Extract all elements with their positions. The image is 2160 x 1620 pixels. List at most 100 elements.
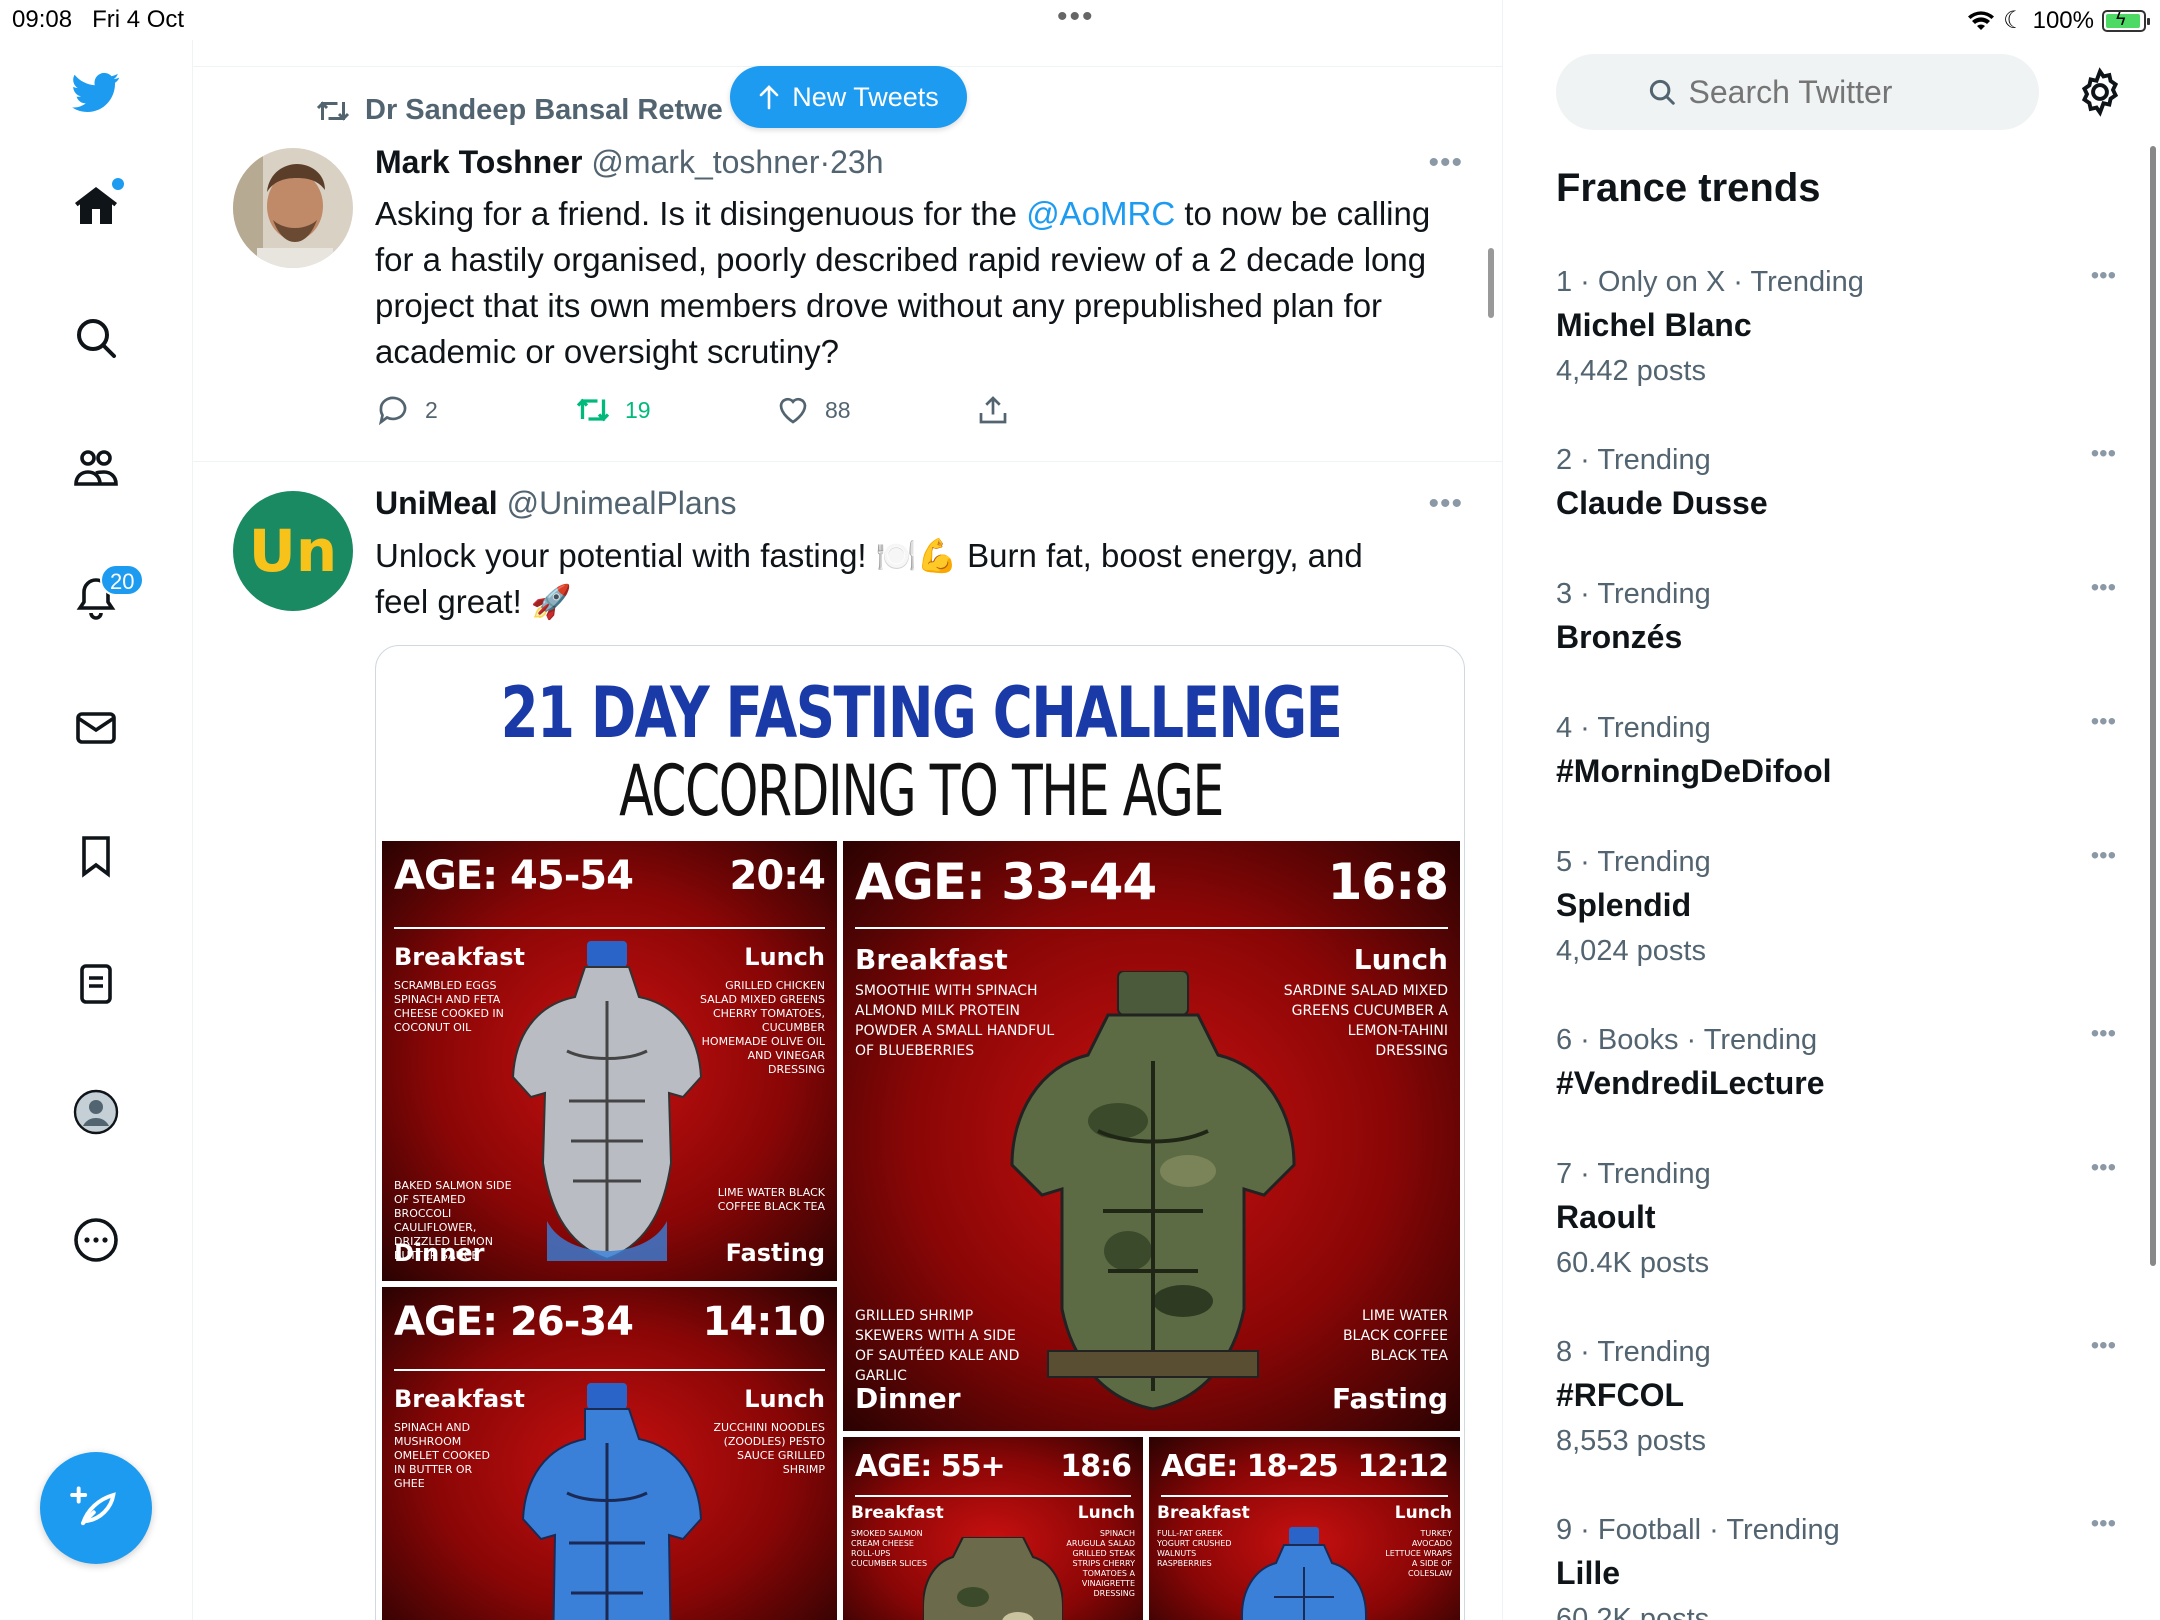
trend-meta: 4 · Trending bbox=[1556, 712, 1711, 744]
tweet[interactable]: Un UniMeal @UnimealPlans ••• Unlock your… bbox=[193, 463, 1502, 1620]
panel-age: AGE: 55+ bbox=[855, 1449, 1006, 1484]
more-options-icon[interactable] bbox=[68, 1212, 124, 1268]
trend-name: Lille bbox=[1556, 1555, 1621, 1591]
trend-meta: 8 · Trending bbox=[1556, 1336, 1711, 1368]
tweet-text-part: Asking for a friend. Is it disingenuous … bbox=[375, 195, 1027, 232]
status-time: 09:08 Fri 4 Oct bbox=[12, 6, 184, 34]
fasting-panel: AGE: 55+ 18:6 Breakfast Lunch Smoked sal… bbox=[843, 1437, 1143, 1620]
search-icon[interactable] bbox=[68, 310, 124, 366]
author-name[interactable]: UniMeal bbox=[375, 485, 498, 521]
tweet-media-image[interactable]: 21 DAY FASTING CHALLENGE ACCORDING TO TH… bbox=[375, 645, 1465, 1620]
trend-item[interactable]: 1 · Only on X · Trending Michel Blanc 4,44… bbox=[1556, 262, 2116, 394]
tweet-text-line: feel great! 🚀 bbox=[375, 583, 573, 620]
trend-more-icon[interactable]: ••• bbox=[2091, 1154, 2116, 1182]
panel-lunch-items: Spinach arugula salad grilled steak stri… bbox=[1066, 1529, 1135, 1598]
panel-fasting-label: Fasting bbox=[725, 1239, 825, 1267]
notifications-icon[interactable]: 20 bbox=[68, 564, 145, 626]
trend-meta: 5 · Trending bbox=[1556, 846, 1711, 878]
messages-icon[interactable] bbox=[68, 700, 124, 756]
tweet-more-icon[interactable]: ••• bbox=[1428, 146, 1463, 180]
mention-link[interactable]: @AoMRC bbox=[1026, 195, 1175, 232]
panel-lunch-label: Lunch bbox=[744, 943, 825, 971]
panel-fasting-items: Lime water black coffee black tea bbox=[717, 1186, 825, 1213]
retweet-button[interactable]: 19 bbox=[575, 392, 651, 428]
sidebar-scrollbar[interactable] bbox=[2150, 146, 2156, 1266]
share-button[interactable] bbox=[975, 392, 1011, 428]
reply-icon bbox=[378, 396, 407, 426]
like-button[interactable]: 88 bbox=[775, 392, 851, 428]
panel-age: AGE: 33-44 bbox=[855, 853, 1157, 911]
avatar[interactable] bbox=[233, 148, 353, 268]
trend-item[interactable]: 5 · Trending Splendid 4,024 posts ••• bbox=[1556, 842, 2116, 974]
retweeted-by-label[interactable]: Dr Sandeep Bansal Retwe bbox=[365, 94, 723, 127]
avatar-logo-text: Un bbox=[248, 517, 338, 585]
trend-more-icon[interactable]: ••• bbox=[2091, 1020, 2116, 1048]
profile-avatar-icon[interactable] bbox=[68, 1084, 124, 1140]
author-name[interactable]: Mark Toshner bbox=[375, 144, 582, 180]
tweet-text-line: Unlock your potential with fasting! 🍽️💪 … bbox=[375, 537, 1363, 574]
trend-name: Bronzés bbox=[1556, 619, 1683, 655]
lists-icon[interactable] bbox=[68, 956, 124, 1012]
tweet-more-icon[interactable]: ••• bbox=[1428, 487, 1463, 521]
author-handle[interactable]: @mark_toshner bbox=[591, 144, 819, 180]
twitter-logo-icon[interactable] bbox=[68, 64, 124, 120]
trend-item[interactable]: 9 · Football · Trending Lille 60.2K posts •… bbox=[1556, 1510, 2116, 1620]
trend-item[interactable]: 4 · Trending #MorningDeDifool ••• bbox=[1556, 708, 2116, 794]
trend-name: Michel Blanc bbox=[1556, 307, 1752, 343]
panel-age: AGE: 26-34 bbox=[394, 1299, 634, 1345]
panel-breakfast-label: Breakfast bbox=[855, 943, 1008, 976]
settings-icon[interactable] bbox=[2074, 66, 2126, 118]
trend-item[interactable]: 2 · Trending Claude Dusse ••• bbox=[1556, 440, 2116, 526]
panel-ratio: 20:4 bbox=[729, 853, 826, 899]
trend-meta: 6 · Books · Trending bbox=[1556, 1024, 1818, 1056]
tweet-header: Mark Toshner @mark_toshner·23h bbox=[375, 144, 884, 181]
panel-ratio: 16:8 bbox=[1327, 853, 1449, 911]
trend-more-icon[interactable]: ••• bbox=[2091, 842, 2116, 870]
search-bar[interactable] bbox=[1556, 54, 2039, 130]
panel-breakfast-items: Full-fat greek yogurt crushed walnuts ra… bbox=[1157, 1529, 1232, 1568]
panel-divider bbox=[855, 1495, 1131, 1497]
panel-ratio: 14:10 bbox=[702, 1299, 826, 1345]
communities-icon[interactable] bbox=[68, 440, 124, 496]
trend-meta: 2 · Trending bbox=[1556, 444, 1711, 476]
trend-more-icon[interactable]: ••• bbox=[2091, 1332, 2116, 1360]
tweet-header: UniMeal @UnimealPlans bbox=[375, 485, 736, 522]
camo-canteen-illustration bbox=[923, 1537, 1063, 1620]
home-icon[interactable] bbox=[68, 178, 124, 234]
heart-icon bbox=[779, 397, 807, 424]
author-handle[interactable]: @UnimealPlans bbox=[507, 485, 737, 521]
bookmarks-icon[interactable] bbox=[68, 828, 124, 884]
panel-divider bbox=[1161, 1495, 1448, 1497]
trend-more-icon[interactable]: ••• bbox=[2091, 574, 2116, 602]
fasting-panel: AGE: 26-34 14:10 Breakfast Lunch Spinach… bbox=[382, 1287, 837, 1620]
panel-breakfast-items: Spinach and mushroom omelet cooked in bu… bbox=[394, 1421, 491, 1490]
trend-item[interactable]: 7 · Trending Raoult 60.4K posts ••• bbox=[1556, 1154, 2116, 1286]
reply-button[interactable]: 2 bbox=[375, 392, 438, 428]
tweet[interactable]: Dr Sandeep Bansal Retwe Mark Toshner @ma… bbox=[193, 90, 1502, 462]
panel-divider bbox=[394, 927, 825, 929]
trends-title: France trends bbox=[1556, 166, 1821, 210]
trend-item[interactable]: 6 · Books · Trending #VendrediLecture ••• bbox=[1556, 1020, 2116, 1106]
right-sidebar: France trends 1 · Only on X · Trending Mi… bbox=[1504, 0, 2160, 1620]
trend-item[interactable]: 8 · Trending #RFCOL 8,553 posts ••• bbox=[1556, 1332, 2116, 1464]
panel-lunch-items: Grilled chicken salad mixed greens cherr… bbox=[699, 979, 825, 1076]
panel-breakfast-label: Breakfast bbox=[394, 1385, 525, 1413]
search-input[interactable] bbox=[1688, 73, 1949, 111]
trend-name: #RFCOL bbox=[1556, 1377, 1684, 1413]
panel-age: AGE: 45-54 bbox=[394, 853, 634, 899]
trend-more-icon[interactable]: ••• bbox=[2091, 262, 2116, 290]
trend-more-icon[interactable]: ••• bbox=[2091, 708, 2116, 736]
trend-more-icon[interactable]: ••• bbox=[2091, 1510, 2116, 1538]
avatar[interactable]: Un bbox=[233, 491, 353, 611]
trend-meta: 7 · Trending bbox=[1556, 1158, 1711, 1190]
muscle-bottle-illustration bbox=[521, 1383, 703, 1620]
tweet-timestamp[interactable]: 23h bbox=[830, 144, 883, 180]
panel-lunch-items: Zucchini noodles (zoodles) pesto sauce g… bbox=[713, 1421, 825, 1476]
new-tweets-button[interactable]: New Tweets bbox=[730, 66, 967, 128]
trend-more-icon[interactable]: ••• bbox=[2091, 440, 2116, 468]
trend-post-count: 60.4K posts bbox=[1556, 1247, 1710, 1279]
like-count: 88 bbox=[825, 396, 851, 423]
home-unread-dot bbox=[112, 178, 124, 190]
compose-tweet-button[interactable] bbox=[40, 1452, 152, 1564]
trend-item[interactable]: 3 · Trending Bronzés ••• bbox=[1556, 574, 2116, 660]
